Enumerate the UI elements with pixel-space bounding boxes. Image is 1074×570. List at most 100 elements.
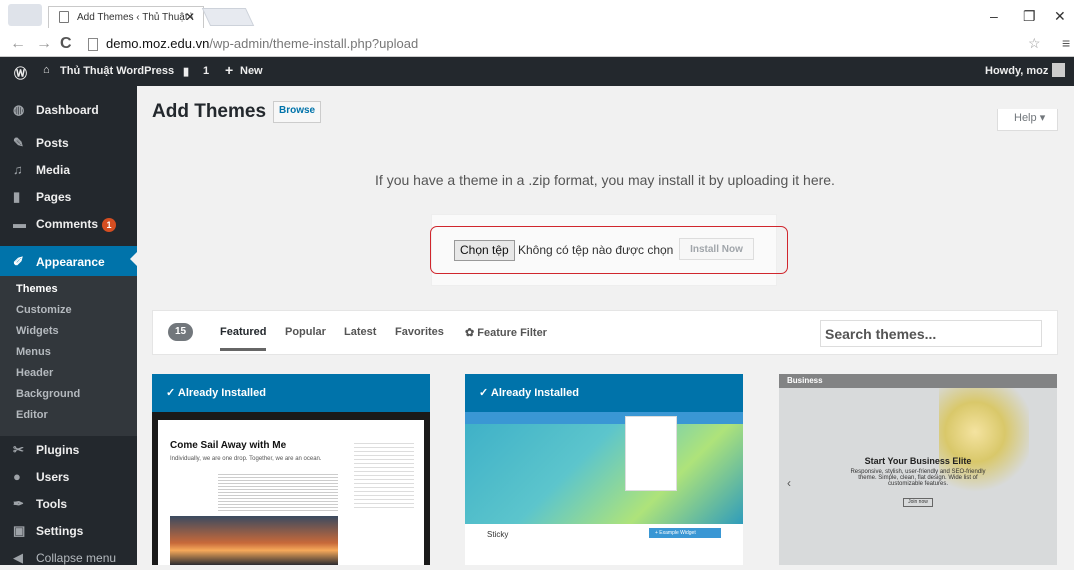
browser-menu-icon[interactable] bbox=[8, 4, 42, 26]
preview-title: Come Sail Away with Me bbox=[170, 440, 287, 451]
check-icon: ✓ bbox=[479, 387, 489, 399]
back-icon[interactable]: ← bbox=[10, 35, 26, 53]
preview-button: Join now bbox=[903, 498, 933, 507]
comment-icon[interactable]: ▮ bbox=[183, 65, 189, 78]
menu-appearance[interactable]: ✐ Appearance bbox=[0, 246, 137, 276]
site-name-link[interactable]: Thủ Thuật WordPress bbox=[60, 65, 174, 77]
new-link[interactable]: New bbox=[240, 65, 263, 77]
wordpress-logo-icon[interactable]: Ⓦ bbox=[14, 63, 27, 82]
users-icon: ● bbox=[13, 469, 21, 484]
installed-banner: ✓ Already Installed bbox=[152, 374, 430, 412]
submenu-customize[interactable]: Customize bbox=[12, 304, 149, 316]
gear-icon: ✿ bbox=[465, 327, 475, 339]
browser-tab[interactable]: Add Themes ‹ Thủ Thuật \ ✕ bbox=[48, 6, 204, 28]
admin-sidebar: ◍ Dashboard ✎ Posts ♫ Media ▮ Pages ▬ Comment… bbox=[0, 86, 137, 565]
search-themes-input[interactable]: Search themes... bbox=[820, 320, 1042, 347]
tab-popular[interactable]: Popular bbox=[285, 326, 326, 338]
collapse-menu[interactable]: ◀ Collapse menu bbox=[0, 544, 137, 570]
close-tab-icon[interactable]: ✕ bbox=[185, 10, 195, 24]
url-path: /wp-admin/theme-install.php?upload bbox=[209, 36, 419, 51]
tab-featured[interactable]: Featured bbox=[220, 326, 267, 351]
preview-tagline: Responsive, stylish, user-friendly and S… bbox=[850, 469, 986, 487]
avatar[interactable] bbox=[1052, 63, 1065, 77]
theme-screenshot: Come Sail Away with Me Individually, we … bbox=[152, 412, 430, 565]
theme-screenshot: Business Start Your Business Elite Respo… bbox=[779, 374, 1057, 565]
no-file-text: Không có tệp nào được chọn bbox=[518, 243, 674, 257]
page-icon bbox=[88, 38, 98, 51]
menu-plugins[interactable]: ✂ Plugins bbox=[0, 436, 137, 462]
choose-file-button[interactable]: Chọn tệp bbox=[454, 240, 515, 261]
restore-icon[interactable]: ❐ bbox=[1023, 8, 1036, 25]
comment-icon: ▬ bbox=[13, 216, 26, 231]
menu-dashboard[interactable]: ◍ Dashboard bbox=[0, 96, 137, 122]
star-icon[interactable]: ☆ bbox=[1028, 35, 1041, 52]
theme-card[interactable]: ✓ Already Installed Come Sail Away with … bbox=[152, 374, 430, 565]
preview-headline: Start Your Business Elite bbox=[864, 456, 972, 466]
submenu-menus[interactable]: Menus bbox=[12, 346, 149, 358]
menu-comments[interactable]: ▬ Comments 1 bbox=[0, 210, 137, 236]
url-host: demo.moz.edu.vn bbox=[106, 36, 210, 51]
home-icon: ⌂ bbox=[43, 64, 50, 76]
close-window-icon[interactable]: ✕ bbox=[1054, 8, 1066, 25]
wrench-icon: ✒ bbox=[13, 496, 24, 511]
settings-icon: ▣ bbox=[13, 523, 26, 538]
howdy-user[interactable]: Howdy, moz bbox=[985, 65, 1048, 77]
submenu-themes[interactable]: Themes bbox=[12, 283, 149, 295]
plus-icon[interactable]: + bbox=[225, 62, 233, 78]
page-title: Add Themes bbox=[152, 101, 267, 122]
theme-card[interactable]: ✓ Already Installed Sticky + Example Wid… bbox=[465, 374, 743, 565]
menu-pages[interactable]: ▮ Pages bbox=[0, 183, 137, 209]
chrome-menu-icon[interactable]: ≡ bbox=[1062, 35, 1070, 51]
theme-count: 15 bbox=[168, 323, 193, 341]
browser-tab-strip: Add Themes ‹ Thủ Thuật \ ✕ – ❐ ✕ bbox=[0, 0, 1074, 33]
dropdown-preview bbox=[625, 416, 677, 491]
plug-icon: ✂ bbox=[13, 442, 24, 457]
upload-message: If you have a theme in a .zip format, yo… bbox=[375, 172, 835, 188]
appearance-submenu: Themes Customize Widgets Menus Header Ba… bbox=[0, 276, 137, 436]
page-icon bbox=[59, 11, 69, 23]
tab-title: Add Themes ‹ Thủ Thuật \ bbox=[77, 12, 194, 23]
new-tab-button[interactable] bbox=[201, 8, 255, 26]
reload-icon[interactable]: C bbox=[60, 35, 72, 53]
menu-tools[interactable]: ✒ Tools bbox=[0, 490, 137, 516]
collapse-icon: ◀ bbox=[13, 550, 23, 565]
preview-brand: Business bbox=[787, 376, 823, 385]
brush-icon: ✐ bbox=[13, 254, 24, 269]
minimize-icon[interactable]: – bbox=[990, 8, 998, 24]
admin-bar: Ⓦ ⌂ Thủ Thuật WordPress ▮ 1 + New Howdy,… bbox=[0, 57, 1074, 86]
sunset-image bbox=[170, 516, 338, 565]
preview-subtitle: Individually, we are one drop. Together,… bbox=[170, 456, 322, 462]
menu-users[interactable]: ● Users bbox=[0, 463, 137, 489]
media-icon: ♫ bbox=[13, 162, 23, 177]
comments-badge: 1 bbox=[102, 217, 117, 232]
menu-media[interactable]: ♫ Media bbox=[0, 156, 137, 182]
pages-icon: ▮ bbox=[13, 189, 21, 204]
chevron-down-icon: ▾ bbox=[1039, 112, 1046, 124]
check-icon: ✓ bbox=[166, 387, 176, 399]
installed-banner: ✓ Already Installed bbox=[465, 374, 743, 412]
help-tab[interactable]: Help ▾ bbox=[997, 109, 1058, 131]
submenu-editor[interactable]: Editor bbox=[12, 409, 149, 421]
dashboard-icon: ◍ bbox=[13, 102, 25, 117]
theme-filter-bar: 15 Featured Popular Latest Favorites ✿ F… bbox=[152, 310, 1058, 355]
theme-screenshot: Sticky + Example Widget bbox=[465, 412, 743, 565]
feature-filter[interactable]: ✿ Feature Filter bbox=[465, 326, 547, 339]
tab-favorites[interactable]: Favorites bbox=[395, 326, 444, 338]
install-now-button[interactable]: Install Now bbox=[679, 238, 754, 260]
menu-settings[interactable]: ▣ Settings bbox=[0, 517, 137, 543]
address-bar: ← → C demo.moz.edu.vn/wp-admin/theme-ins… bbox=[0, 33, 1074, 57]
submenu-background[interactable]: Background bbox=[12, 388, 149, 400]
tab-latest[interactable]: Latest bbox=[344, 326, 376, 338]
widget-preview: + Example Widget bbox=[649, 528, 721, 538]
submenu-header[interactable]: Header bbox=[12, 367, 149, 379]
chevron-left-icon: ‹ bbox=[787, 476, 791, 490]
theme-card[interactable]: Business Start Your Business Elite Respo… bbox=[779, 374, 1057, 565]
menu-posts[interactable]: ✎ Posts bbox=[0, 129, 137, 155]
submenu-widgets[interactable]: Widgets bbox=[12, 325, 149, 337]
url-field[interactable]: demo.moz.edu.vn/wp-admin/theme-install.p… bbox=[86, 36, 1016, 54]
preview-title: Sticky bbox=[487, 530, 509, 539]
pin-icon: ✎ bbox=[13, 135, 24, 150]
browse-button[interactable]: Browse bbox=[273, 101, 322, 123]
forward-icon[interactable]: → bbox=[36, 35, 52, 53]
comments-count[interactable]: 1 bbox=[203, 65, 209, 77]
